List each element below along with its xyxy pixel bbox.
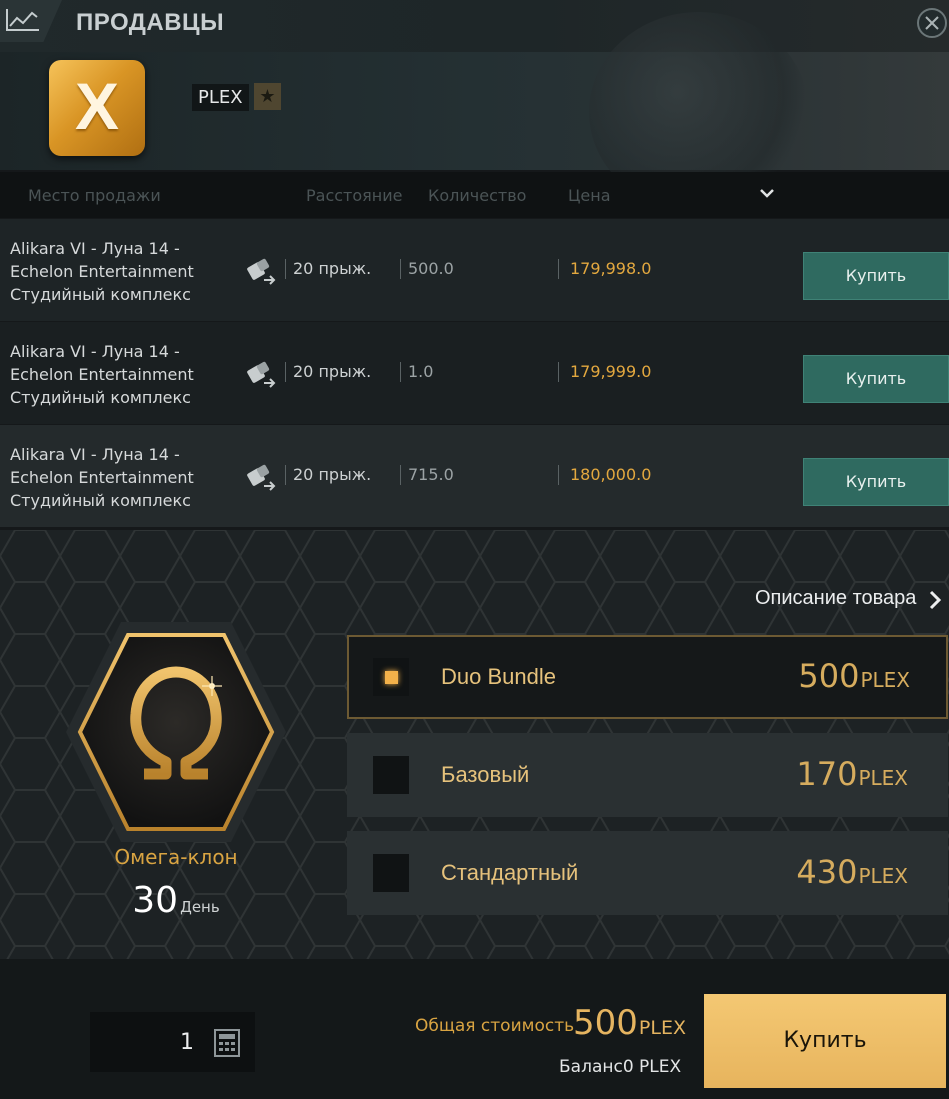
- option-basic[interactable]: Базовый 170PLEX: [347, 733, 948, 817]
- option-price: 430PLEX: [796, 853, 908, 891]
- option-duo-bundle[interactable]: Duo Bundle 500PLEX: [347, 635, 948, 719]
- balance-text: Баланс0 PLEX: [559, 1057, 682, 1077]
- option-label: Базовый: [441, 762, 530, 787]
- chevron-right-icon[interactable]: [928, 589, 942, 611]
- location-line: Студийный комплекс: [10, 388, 191, 407]
- buy-button[interactable]: Купить: [803, 355, 949, 403]
- divider: [285, 362, 286, 382]
- distance-value: 20 прыж.: [293, 362, 372, 381]
- location-line: Студийный комплекс: [10, 491, 191, 510]
- column-distance[interactable]: Расстояние: [306, 186, 402, 205]
- column-location[interactable]: Место продажи: [28, 186, 161, 205]
- product-name: Омега-клон: [114, 845, 238, 869]
- quantity-value[interactable]: 1: [180, 1030, 194, 1055]
- price-value: 179,999.0: [570, 362, 652, 381]
- plex-logo-icon: X: [49, 60, 145, 156]
- sale-location: Alikara VI - Луна 14 - Echelon Entertain…: [10, 443, 240, 512]
- option-price-unit: PLEX: [858, 864, 908, 888]
- table-row[interactable]: Alikara VI - Луна 14 - Echelon Entertain…: [0, 219, 949, 321]
- calculator-icon[interactable]: [214, 1029, 240, 1057]
- option-price-value: 430: [796, 853, 858, 891]
- option-price: 500PLEX: [798, 657, 910, 695]
- divider: [558, 362, 559, 382]
- price-value: 179,998.0: [570, 259, 652, 278]
- location-line: Alikara VI - Луна 14 -: [10, 342, 180, 361]
- option-price-unit: PLEX: [860, 668, 910, 692]
- logo-letter: X: [74, 69, 120, 143]
- chevron-down-icon[interactable]: [759, 187, 775, 199]
- buy-button[interactable]: Купить: [803, 252, 949, 300]
- location-line: Echelon Entertainment: [10, 468, 194, 487]
- selected-indicator: [385, 671, 398, 684]
- divider: [558, 259, 559, 279]
- duration-unit: День: [180, 898, 220, 916]
- location-line: Alikara VI - Луна 14 -: [10, 239, 180, 258]
- divider: [400, 465, 401, 485]
- product-description-link[interactable]: Описание товара: [755, 587, 916, 610]
- total-cost: 500PLEX: [573, 1003, 686, 1043]
- column-quantity[interactable]: Количество: [428, 186, 526, 205]
- buy-button[interactable]: Купить: [803, 458, 949, 506]
- distance-value: 20 прыж.: [293, 259, 372, 278]
- location-line: Echelon Entertainment: [10, 365, 194, 384]
- omega-icon: [66, 622, 286, 842]
- total-cost-value: 500: [573, 1003, 638, 1043]
- option-price-unit: PLEX: [858, 766, 908, 790]
- route-icon: [247, 361, 276, 388]
- line-chart-icon: [6, 9, 39, 31]
- total-cost-unit: PLEX: [638, 1017, 686, 1039]
- omega-clone-emblem: [66, 622, 286, 842]
- table-row[interactable]: Alikara VI - Луна 14 - Echelon Entertain…: [0, 425, 949, 527]
- purchase-button[interactable]: Купить: [704, 994, 946, 1088]
- divider: [285, 465, 286, 485]
- star-icon[interactable]: ★: [254, 83, 281, 110]
- option-radio[interactable]: [373, 658, 409, 696]
- price-value: 180,000.0: [570, 465, 652, 484]
- route-icon: [247, 258, 276, 285]
- quantity-value: 500.0: [408, 259, 454, 278]
- divider: [400, 259, 401, 279]
- divider: [400, 362, 401, 382]
- option-radio[interactable]: [373, 854, 409, 892]
- divider: [558, 465, 559, 485]
- total-cost-label: Общая стоимость: [415, 1016, 575, 1036]
- distance-value: 20 прыж.: [293, 465, 372, 484]
- option-label: Duo Bundle: [441, 664, 556, 689]
- title-bar: ПРОДАВЦЫ: [0, 0, 949, 52]
- option-label: Стандартный: [441, 860, 579, 885]
- option-price: 170PLEX: [796, 755, 908, 793]
- sale-location: Alikara VI - Луна 14 - Echelon Entertain…: [10, 237, 240, 306]
- location-line: Alikara VI - Луна 14 -: [10, 445, 180, 464]
- option-price-value: 170: [796, 755, 858, 793]
- item-name[interactable]: PLEX: [192, 84, 249, 111]
- column-price[interactable]: Цена: [568, 186, 611, 205]
- close-icon: [925, 16, 939, 30]
- location-line: Echelon Entertainment: [10, 262, 194, 281]
- option-standard[interactable]: Стандартный 430PLEX: [347, 831, 948, 915]
- route-icon: [247, 464, 276, 491]
- quantity-value: 715.0: [408, 465, 454, 484]
- page-title: ПРОДАВЦЫ: [76, 9, 225, 36]
- sale-location: Alikara VI - Луна 14 - Echelon Entertain…: [10, 340, 240, 409]
- duration-value: 30: [132, 880, 179, 921]
- market-chart-button[interactable]: [0, 0, 62, 42]
- option-price-value: 500: [798, 657, 860, 695]
- divider: [285, 259, 286, 279]
- close-button[interactable]: [917, 8, 947, 38]
- quantity-value: 1.0: [408, 362, 434, 381]
- table-row[interactable]: Alikara VI - Луна 14 - Echelon Entertain…: [0, 322, 949, 424]
- option-radio[interactable]: [373, 756, 409, 794]
- location-line: Студийный комплекс: [10, 285, 191, 304]
- duration: 30 День: [66, 880, 286, 921]
- table-header: Место продажи Расстояние Количество Цена: [0, 172, 949, 218]
